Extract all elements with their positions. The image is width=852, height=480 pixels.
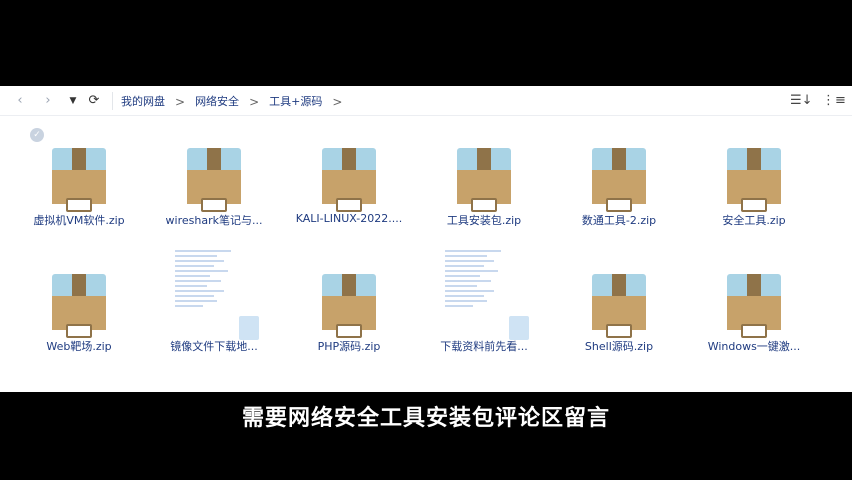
zip-archive-icon bbox=[322, 148, 376, 212]
file-name: Web靶场.zip bbox=[46, 340, 112, 353]
file-name: 数通工具-2.zip bbox=[581, 214, 657, 227]
breadcrumb-item-network-security[interactable]: 网络安全 bbox=[189, 94, 245, 110]
file-grid: ✓ 虚拟机VM软件.zip wireshark笔记与... KALI-LINUX-20… bbox=[0, 116, 852, 392]
zip-archive-icon bbox=[457, 148, 511, 212]
zip-archive-icon bbox=[592, 274, 646, 338]
chevron-left-icon[interactable]: ‹ bbox=[12, 93, 28, 109]
caret-down-icon[interactable]: ▼ bbox=[66, 93, 80, 109]
file-browser-window: ‹ › ▼ ⟳ 我的网盘 > 网络安全 > 工具+源码 > ☰↓ ⋮≡ ✓ 虚拟机… bbox=[0, 86, 852, 392]
file-item[interactable]: 工具安装包.zip bbox=[419, 116, 549, 234]
select-checkbox-icon[interactable]: ✓ bbox=[30, 128, 44, 142]
file-name: 虚拟机VM软件.zip bbox=[33, 214, 125, 227]
file-name: PHP源码.zip bbox=[317, 340, 381, 353]
zip-archive-icon bbox=[727, 274, 781, 338]
file-item[interactable]: 镜像文件下载地... bbox=[149, 242, 279, 360]
file-item[interactable]: wireshark笔记与... bbox=[149, 116, 279, 234]
breadcrumb-separator: > bbox=[175, 95, 186, 109]
file-item[interactable]: Web靶场.zip bbox=[14, 242, 144, 360]
file-item[interactable]: 下载资料前先看... bbox=[419, 242, 549, 360]
file-item[interactable]: ✓ 虚拟机VM软件.zip bbox=[14, 116, 144, 234]
file-name: Windows一键激... bbox=[707, 340, 801, 353]
toolbar: ‹ › ▼ ⟳ 我的网盘 > 网络安全 > 工具+源码 > ☰↓ ⋮≡ bbox=[0, 86, 852, 116]
breadcrumb-separator: > bbox=[332, 95, 343, 109]
zip-archive-icon bbox=[52, 274, 106, 338]
zip-archive-icon bbox=[592, 148, 646, 212]
breadcrumb: 我的网盘 > 网络安全 > 工具+源码 > bbox=[115, 94, 346, 110]
zip-archive-icon bbox=[187, 148, 241, 212]
file-item[interactable]: PHP源码.zip bbox=[284, 242, 414, 360]
refresh-icon[interactable]: ⟳ bbox=[86, 93, 102, 109]
file-name: Shell源码.zip bbox=[584, 340, 654, 353]
video-caption: 需要网络安全工具安装包评论区留言 bbox=[241, 406, 610, 431]
file-icon bbox=[509, 316, 529, 340]
breadcrumb-item-my-drive[interactable]: 我的网盘 bbox=[115, 94, 171, 110]
file-name: 镜像文件下载地... bbox=[170, 340, 258, 353]
sort-icon[interactable]: ☰↓ bbox=[790, 93, 813, 109]
document-preview-icon bbox=[175, 250, 245, 322]
file-name: 安全工具.zip bbox=[722, 214, 786, 227]
file-item[interactable]: KALI-LINUX-2022.... bbox=[284, 116, 414, 234]
chevron-right-icon[interactable]: › bbox=[40, 93, 56, 109]
file-item[interactable]: Shell源码.zip bbox=[554, 242, 684, 360]
file-item[interactable]: Windows一键激... bbox=[689, 242, 819, 360]
file-name: wireshark笔记与... bbox=[165, 214, 263, 227]
file-icon bbox=[239, 316, 259, 340]
zip-archive-icon bbox=[52, 148, 106, 212]
toolbar-divider bbox=[112, 92, 113, 110]
file-name: KALI-LINUX-2022.... bbox=[295, 212, 403, 225]
file-name: 工具安装包.zip bbox=[446, 214, 522, 227]
zip-archive-icon bbox=[727, 148, 781, 212]
file-item[interactable]: 安全工具.zip bbox=[689, 116, 819, 234]
breadcrumb-item-tools-source[interactable]: 工具+源码 bbox=[263, 94, 328, 110]
breadcrumb-separator: > bbox=[249, 95, 260, 109]
zip-archive-icon bbox=[322, 274, 376, 338]
file-item[interactable]: 数通工具-2.zip bbox=[554, 116, 684, 234]
document-preview-icon bbox=[445, 250, 515, 322]
file-name: 下载资料前先看... bbox=[440, 340, 528, 353]
list-view-icon[interactable]: ⋮≡ bbox=[822, 93, 846, 109]
